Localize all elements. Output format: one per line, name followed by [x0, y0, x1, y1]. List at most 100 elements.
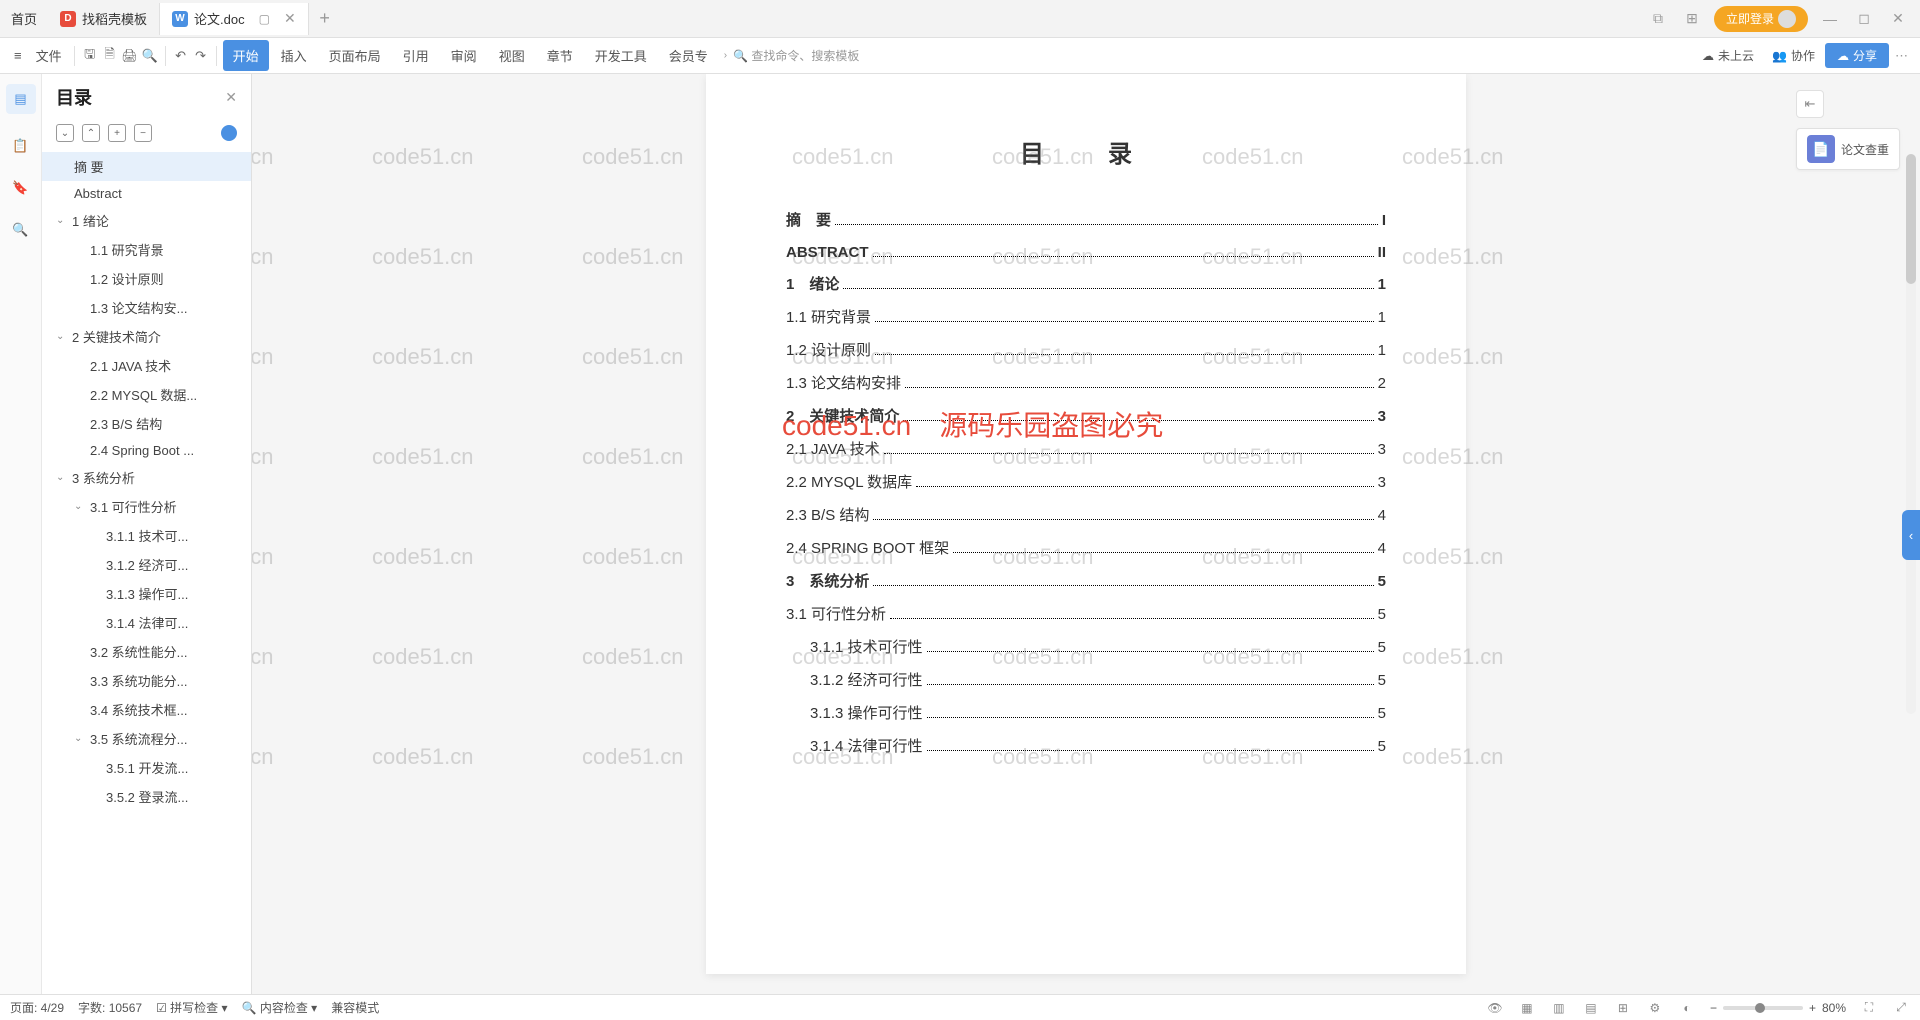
outline-close-icon[interactable]: ✕	[225, 89, 237, 106]
bookmark-icon[interactable]: 🔖	[11, 178, 31, 198]
status-page[interactable]: 页面: 4/29	[10, 999, 64, 1016]
toc-entry[interactable]: 1 绪论1	[786, 273, 1386, 294]
new-tab-button[interactable]: +	[309, 8, 341, 29]
outline-item[interactable]: 3.5.2 登录流...	[42, 782, 251, 811]
toc-entry[interactable]: 2.4 SPRING BOOT 框架4	[786, 537, 1386, 558]
close-icon[interactable]: ✕	[1886, 7, 1910, 31]
view-read-icon[interactable]: 👁	[1486, 999, 1504, 1017]
view-web-icon[interactable]: ▥	[1550, 999, 1568, 1017]
save-as-icon[interactable]: 🗎	[101, 47, 119, 65]
ribbon-tab-dev[interactable]: 开发工具	[585, 40, 657, 71]
toc-entry[interactable]: 2.1 JAVA 技术3	[786, 438, 1386, 459]
outline-item[interactable]: Abstract	[42, 181, 251, 206]
ribbon-tab-start[interactable]: 开始	[223, 40, 269, 71]
toc-entry[interactable]: 摘 要I	[786, 209, 1386, 230]
tab-document[interactable]: W 论文.doc ▢ ✕	[160, 3, 309, 35]
status-words[interactable]: 字数: 10567	[78, 999, 142, 1016]
ribbon-tab-review[interactable]: 审阅	[441, 40, 487, 71]
print-preview-icon[interactable]: 🔍	[141, 47, 159, 65]
outline-item[interactable]: 1.3 论文结构安...	[42, 293, 251, 322]
ribbon-tab-chapter[interactable]: 章节	[537, 40, 583, 71]
panel-collapse-icon[interactable]: ⇤	[1796, 90, 1824, 118]
chevron-down-icon[interactable]: ⌄	[56, 331, 68, 342]
ribbon-tab-member[interactable]: 会员专	[659, 40, 718, 71]
toc-entry[interactable]: 3.1.1 技术可行性5	[786, 636, 1386, 657]
outline-expand-icon[interactable]: ⌃	[82, 124, 100, 142]
outline-item[interactable]: ⌄3 系统分析	[42, 463, 251, 492]
chevron-down-icon[interactable]: ⌄	[56, 215, 68, 226]
save-icon[interactable]: 🖫	[81, 47, 99, 65]
outline-icon[interactable]: ▤	[6, 84, 36, 114]
toc-entry[interactable]: 2.3 B/S 结构4	[786, 504, 1386, 525]
undo-icon[interactable]: ↶	[172, 47, 190, 65]
outline-add-icon[interactable]: +	[108, 124, 126, 142]
zoom-control[interactable]: − + 80%	[1710, 1001, 1846, 1015]
status-content[interactable]: 🔍 内容检查 ▾	[242, 999, 318, 1016]
outline-item[interactable]: 3.1.4 法律可...	[42, 608, 251, 637]
zoom-out-icon[interactable]: −	[1710, 1001, 1717, 1015]
print-icon[interactable]: 🖨	[121, 47, 139, 65]
toc-entry[interactable]: 3 系统分析5	[786, 570, 1386, 591]
outline-item[interactable]: ⌄1 绪论	[42, 206, 251, 235]
outline-item[interactable]: 摘 要	[42, 152, 251, 181]
share-button[interactable]: ☁ 分享	[1825, 43, 1889, 68]
outline-item[interactable]: 3.1.2 经济可...	[42, 550, 251, 579]
fit-icon[interactable]: ⛶	[1860, 999, 1878, 1017]
outline-item[interactable]: ⌄3.1 可行性分析	[42, 492, 251, 521]
minimize-icon[interactable]: —	[1818, 7, 1842, 31]
toc-entry[interactable]: 3.1.2 经济可行性5	[786, 669, 1386, 690]
toc-entry[interactable]: ABSTRACTII	[786, 242, 1386, 261]
toc-entry[interactable]: 3.1.4 法律可行性5	[786, 735, 1386, 756]
toc-entry[interactable]: 1.1 研究背景1	[786, 306, 1386, 327]
chevron-down-icon[interactable]: ⌄	[74, 501, 86, 512]
clipboard-icon[interactable]: 📋	[11, 136, 31, 156]
outline-item[interactable]: 2.3 B/S 结构	[42, 409, 251, 438]
outline-item[interactable]: 3.5.1 开发流...	[42, 753, 251, 782]
outline-item[interactable]: 2.4 Spring Boot ...	[42, 438, 251, 463]
ribbon-tab-layout[interactable]: 页面布局	[319, 40, 391, 71]
scrollbar-thumb[interactable]	[1906, 154, 1916, 284]
outline-item[interactable]: 1.2 设计原则	[42, 264, 251, 293]
outline-settings-icon[interactable]	[221, 125, 237, 141]
outline-item[interactable]: 3.2 系统性能分...	[42, 637, 251, 666]
restore-icon[interactable]: ◻	[1852, 7, 1876, 31]
menu-button[interactable]: ≡	[8, 44, 28, 67]
outline-item[interactable]: 3.1.1 技术可...	[42, 521, 251, 550]
outline-item[interactable]: ⌄3.5 系统流程分...	[42, 724, 251, 753]
zoom-value[interactable]: 80%	[1822, 1001, 1846, 1015]
zoom-slider[interactable]	[1723, 1006, 1803, 1010]
apps-icon[interactable]: ⊞	[1680, 7, 1704, 31]
toc-entry[interactable]: 3.1.3 操作可行性5	[786, 702, 1386, 723]
plagiarism-button[interactable]: 📄 论文查重	[1796, 128, 1900, 170]
ribbon-tab-reference[interactable]: 引用	[393, 40, 439, 71]
document-area[interactable]: 目 录 摘 要IABSTRACTII1 绪论11.1 研究背景11.2 设计原则…	[252, 74, 1920, 994]
ribbon-tab-view[interactable]: 视图	[489, 40, 535, 71]
outline-item[interactable]: 2.2 MYSQL 数据...	[42, 380, 251, 409]
file-menu[interactable]: 文件	[30, 42, 68, 69]
toc-entry[interactable]: 1.3 论文结构安排2	[786, 372, 1386, 393]
tab-template[interactable]: D 找稻壳模板	[48, 3, 160, 35]
layout-icon[interactable]: ⧉	[1646, 7, 1670, 31]
ribbon-tab-insert[interactable]: 插入	[271, 40, 317, 71]
outline-item[interactable]: 3.3 系统功能分...	[42, 666, 251, 695]
vertical-scrollbar[interactable]	[1906, 154, 1916, 714]
settings-icon[interactable]: ⚙	[1646, 999, 1664, 1017]
outline-item[interactable]: 3.4 系统技术框...	[42, 695, 251, 724]
toc-entry[interactable]: 3.1 可行性分析5	[786, 603, 1386, 624]
view-print-icon[interactable]: ⊞	[1614, 999, 1632, 1017]
search-icon[interactable]: 🔍	[11, 220, 31, 240]
redo-icon[interactable]: ↷	[192, 47, 210, 65]
toc-entry[interactable]: 1.2 设计原则1	[786, 339, 1386, 360]
collab-button[interactable]: 👥 协作	[1764, 47, 1823, 64]
ribbon-search-input[interactable]: 🔍 查找命令、搜索模板	[733, 47, 859, 64]
status-spell[interactable]: ☑ 拼写检查 ▾	[156, 999, 227, 1016]
ribbon-overflow-icon[interactable]: ⋯	[1891, 44, 1912, 68]
outline-collapse-icon[interactable]: ⌄	[56, 124, 74, 142]
login-button[interactable]: 立即登录	[1714, 6, 1808, 32]
outline-item[interactable]: 1.1 研究背景	[42, 235, 251, 264]
view-outline-icon[interactable]: ▤	[1582, 999, 1600, 1017]
zoom-in-icon[interactable]: +	[1809, 1001, 1816, 1015]
ribbon-more-icon[interactable]: ›	[720, 50, 731, 61]
tab-maximize-icon[interactable]: ▢	[259, 12, 270, 26]
tab-home[interactable]: 首页	[0, 0, 48, 38]
